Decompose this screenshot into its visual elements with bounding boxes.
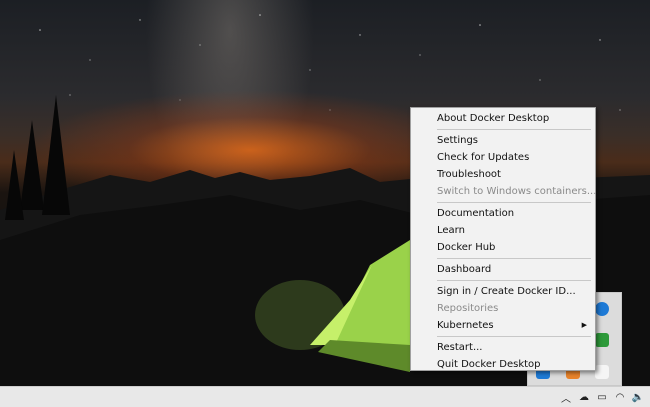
docker-context-menu: About Docker Desktop Settings Check for Up… [410, 107, 596, 371]
menu-item-repositories: Repositories [411, 300, 595, 317]
menu-item-label: Quit Docker Desktop [437, 359, 541, 370]
menu-item-label: Settings [437, 135, 479, 146]
bluetooth-icon[interactable] [595, 302, 609, 316]
security-check-icon[interactable] [595, 333, 609, 347]
menu-separator [437, 202, 591, 203]
system-tray: ︿ ☁ ▭ ◠ 🔈 [560, 389, 644, 405]
submenu-arrow-icon: ▶ [581, 321, 587, 329]
menu-item-label: Documentation [437, 208, 515, 219]
cloud-icon[interactable]: ☁ [578, 390, 590, 404]
menu-item-label: Repositories [437, 303, 499, 314]
menu-item-label: Docker Hub [437, 242, 496, 253]
menu-item-settings[interactable]: Settings [411, 132, 595, 149]
menu-item-label: Dashboard [437, 264, 492, 275]
menu-item-troubleshoot[interactable]: Troubleshoot [411, 166, 595, 183]
menu-item-restart[interactable]: Restart... [411, 339, 595, 356]
menu-item-about-docker-desktop[interactable]: About Docker Desktop [411, 110, 595, 127]
menu-item-dashboard[interactable]: Dashboard [411, 261, 595, 278]
taskbar: ︿ ☁ ▭ ◠ 🔈 [0, 386, 650, 407]
menu-item-label: Sign in / Create Docker ID... [437, 286, 576, 297]
menu-item-kubernetes[interactable]: Kubernetes ▶ [411, 317, 595, 334]
menu-item-label: Learn [437, 225, 465, 236]
menu-item-label: Switch to Windows containers... [437, 186, 597, 197]
menu-item-switch-to-windows-containers: Switch to Windows containers... [411, 183, 597, 200]
menu-item-docker-hub[interactable]: Docker Hub [411, 239, 595, 256]
menu-separator [437, 280, 591, 281]
menu-separator [437, 258, 591, 259]
menu-item-learn[interactable]: Learn [411, 222, 595, 239]
menu-item-label: Restart... [437, 342, 483, 353]
wifi-icon[interactable]: ◠ [614, 390, 626, 404]
menu-item-label: About Docker Desktop [437, 113, 550, 124]
docker-whale-icon[interactable] [595, 365, 609, 379]
menu-item-label: Kubernetes [437, 320, 494, 331]
menu-item-check-for-updates[interactable]: Check for Updates [411, 149, 595, 166]
menu-separator [437, 336, 591, 337]
menu-item-documentation[interactable]: Documentation [411, 205, 595, 222]
battery-icon[interactable]: ▭ [596, 390, 608, 404]
menu-item-label: Troubleshoot [437, 169, 501, 180]
menu-item-sign-in-create-docker-id[interactable]: Sign in / Create Docker ID... [411, 283, 595, 300]
menu-item-label: Check for Updates [437, 152, 530, 163]
volume-icon[interactable]: 🔈 [632, 390, 644, 404]
show-hidden-icons-chevron-icon[interactable]: ︿ [560, 390, 572, 405]
menu-item-quit-docker-desktop[interactable]: Quit Docker Desktop [411, 356, 595, 373]
menu-separator [437, 129, 591, 130]
